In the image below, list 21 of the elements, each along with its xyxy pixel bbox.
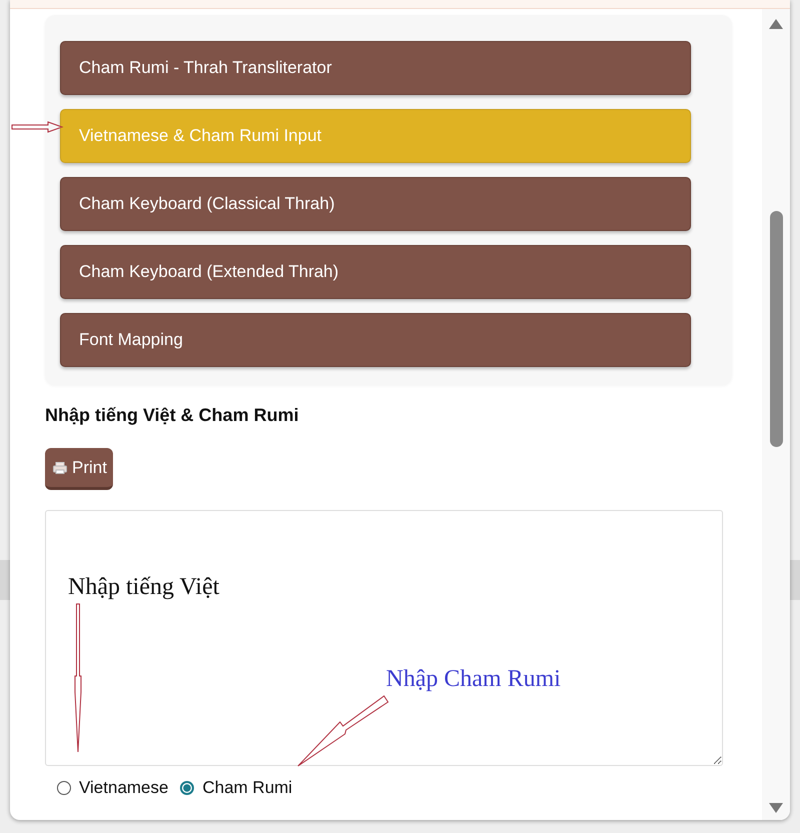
section-heading: Nhập tiếng Việt & Cham Rumi <box>45 405 300 426</box>
scroll-up-icon[interactable] <box>769 19 783 29</box>
scrollbar[interactable] <box>762 9 790 820</box>
print-button[interactable]: Print <box>45 448 113 490</box>
radio-icon[interactable] <box>180 781 194 795</box>
menu-button[interactable]: Font Mapping <box>60 313 691 367</box>
menu-button[interactable]: Cham Rumi - Thrah Transliterator <box>60 41 691 95</box>
mode-radio[interactable]: Vietnamese <box>57 778 168 798</box>
menu-button[interactable]: Cham Keyboard (Classical Thrah) <box>60 177 691 231</box>
annotation-text: Nhập Cham Rumi <box>386 666 561 693</box>
menu-button[interactable]: Cham Keyboard (Extended Thrah) <box>60 245 691 299</box>
radio-icon[interactable] <box>57 781 71 795</box>
scroll-down-icon[interactable] <box>769 803 783 813</box>
scroll-thumb[interactable] <box>770 211 783 447</box>
radio-label: Cham Rumi <box>202 778 292 798</box>
annotation-text: Nhập tiếng Việt <box>68 574 220 601</box>
radio-label: Vietnamese <box>79 778 168 798</box>
text-input-area[interactable] <box>45 510 723 766</box>
printer-icon <box>53 462 67 474</box>
annotation-arrow <box>12 122 62 132</box>
mode-radio[interactable]: Cham Rumi <box>180 778 292 798</box>
